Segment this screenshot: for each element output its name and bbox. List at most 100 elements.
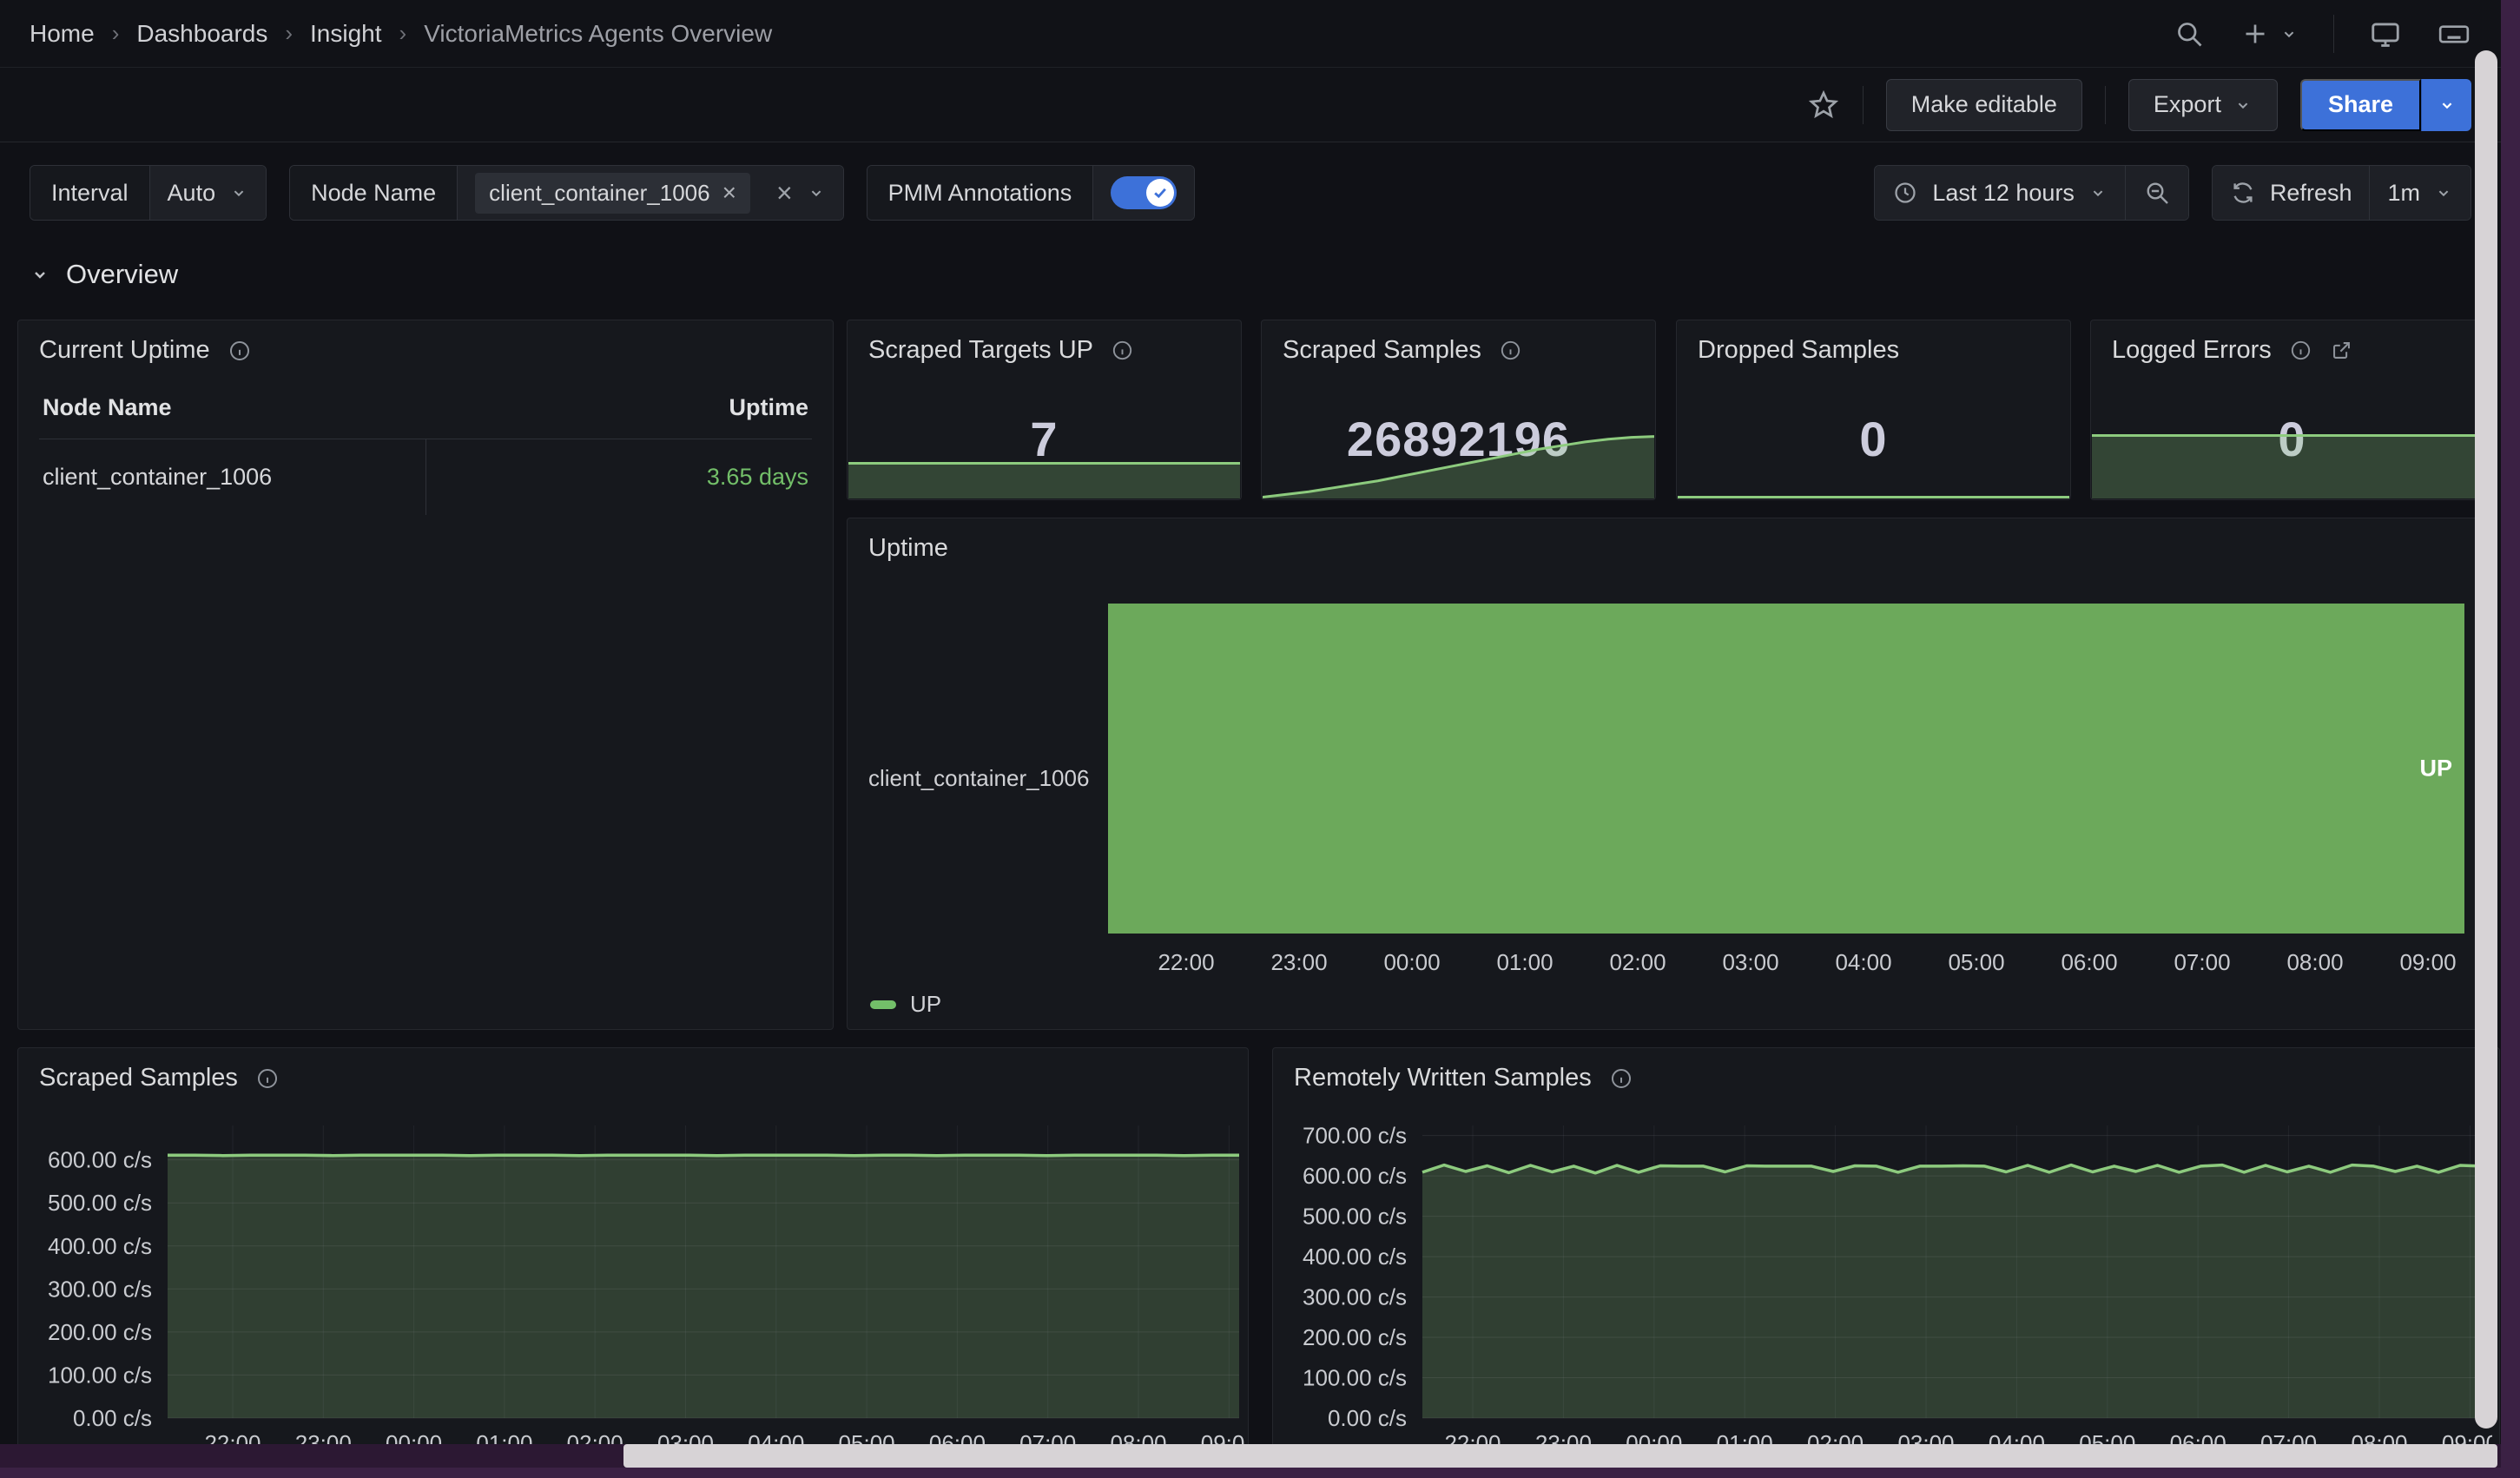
legend-item-up[interactable]: UP <box>870 991 941 1018</box>
row-overview-title: Overview <box>66 259 178 290</box>
svg-text:0.00 c/s: 0.00 c/s <box>73 1405 152 1431</box>
stat-sparkline <box>848 462 1240 498</box>
svg-text:100.00 c/s: 100.00 c/s <box>48 1362 152 1388</box>
share-options-button[interactable] <box>2421 79 2471 131</box>
x-tick-label: 01:00 <box>1496 949 1553 976</box>
panel-title: Scraped Samples <box>39 1064 238 1092</box>
panel-header: Uptime <box>848 518 2493 563</box>
chevron-down-icon <box>2279 24 2299 43</box>
info-icon[interactable] <box>1499 339 1522 362</box>
info-icon[interactable] <box>2289 339 2312 362</box>
svg-text:400.00 c/s: 400.00 c/s <box>48 1233 152 1259</box>
breadcrumb-current-dashboard: VictoriaMetrics Agents Overview <box>424 20 772 48</box>
svg-text:500.00 c/s: 500.00 c/s <box>1303 1204 1407 1230</box>
clear-selection-icon[interactable]: × <box>776 179 793 207</box>
svg-text:300.00 c/s: 300.00 c/s <box>48 1276 152 1302</box>
panel-title: Scraped Targets UP <box>868 336 1093 365</box>
nav-divider <box>2333 15 2334 53</box>
breadcrumb-insight[interactable]: Insight <box>310 20 382 48</box>
panel-title: Current Uptime <box>39 336 210 365</box>
panel-title: Uptime <box>868 534 948 563</box>
add-menu[interactable] <box>2240 18 2299 49</box>
refresh-button-label: Refresh <box>2270 180 2352 207</box>
panel-dropped-samples: Dropped Samples 0 <box>1676 320 2071 500</box>
chevron-right-icon: › <box>399 20 407 47</box>
export-button[interactable]: Export <box>2128 79 2278 131</box>
node-name-label: Node Name <box>290 166 458 220</box>
x-tick-label: 05:00 <box>1948 949 2004 976</box>
column-node-name[interactable]: Node Name <box>43 394 172 421</box>
timeline-series-label: client_container_1006 <box>868 765 1089 792</box>
panel-title: Dropped Samples <box>1698 336 1899 365</box>
svg-text:300.00 c/s: 300.00 c/s <box>1303 1284 1407 1310</box>
pmm-annotations-label: PMM Annotations <box>867 166 1094 220</box>
refresh-interval-select[interactable]: 1m <box>2370 166 2471 220</box>
collapse-chevron-icon <box>30 264 50 285</box>
interval-variable: Interval Auto <box>30 165 267 221</box>
chevron-down-icon <box>807 183 826 202</box>
panel-header: Logged Errors <box>2091 320 2493 365</box>
breadcrumb-home[interactable]: Home <box>30 20 95 48</box>
x-tick-label: 03:00 <box>1722 949 1778 976</box>
node-name-tag-value: client_container_1006 <box>489 180 709 207</box>
pmm-annotations-toggle[interactable] <box>1111 176 1177 209</box>
panel-uptime-timeline: Uptime client_container_1006 UP 22:00 23:… <box>847 518 2494 1030</box>
info-icon[interactable] <box>1111 339 1134 362</box>
x-tick-label: 23:00 <box>1270 949 1327 976</box>
panel-title: Scraped Samples <box>1283 336 1481 365</box>
panel-scraped-samples-chart: Scraped Samples 0.00 c/s100.00 c/s200.00… <box>17 1047 1249 1468</box>
panel-header: Remotely Written Samples <box>1273 1048 2499 1092</box>
share-button[interactable]: Share <box>2300 79 2421 131</box>
remove-tag-icon[interactable]: × <box>722 181 736 205</box>
panel-header: Scraped Samples <box>18 1048 1248 1092</box>
clock-icon <box>1892 180 1918 206</box>
row-overview[interactable]: Overview <box>30 259 2471 290</box>
interval-label: Interval <box>30 166 150 220</box>
time-range-button[interactable]: Last 12 hours <box>1875 166 2126 220</box>
info-icon[interactable] <box>228 339 252 363</box>
uptime-state-label: UP <box>2419 755 2452 782</box>
x-tick-label: 07:00 <box>2174 949 2230 976</box>
horizontal-scrollbar-thumb[interactable] <box>623 1444 2497 1468</box>
node-name-select[interactable]: client_container_1006 × × <box>458 166 842 220</box>
search-icon[interactable] <box>2174 18 2205 49</box>
chevron-down-icon <box>229 183 248 202</box>
info-icon[interactable] <box>255 1066 280 1091</box>
node-name-tag[interactable]: client_container_1006 × <box>475 173 750 214</box>
time-series-plot[interactable]: 0.00 c/s100.00 c/s200.00 c/s300.00 c/s40… <box>1273 1118 2492 1459</box>
make-editable-button[interactable]: Make editable <box>1886 79 2082 131</box>
svg-text:0.00 c/s: 0.00 c/s <box>1328 1405 1407 1431</box>
x-tick-label: 22:00 <box>1158 949 1214 976</box>
panel-title: Logged Errors <box>2112 336 2272 365</box>
stat-value: 7 <box>848 411 1241 467</box>
panel-title: Remotely Written Samples <box>1294 1064 1592 1092</box>
external-link-icon[interactable] <box>2330 339 2353 362</box>
x-tick-label: 06:00 <box>2061 949 2117 976</box>
column-uptime[interactable]: Uptime <box>729 394 808 421</box>
uptime-bar[interactable]: UP <box>1108 604 2464 934</box>
interval-select[interactable]: Auto <box>150 166 267 220</box>
svg-text:400.00 c/s: 400.00 c/s <box>1303 1244 1407 1270</box>
pmm-annotations-control: PMM Annotations <box>867 165 1196 221</box>
vertical-scrollbar-thumb[interactable] <box>2475 50 2497 1429</box>
toggle-knob <box>1146 179 1174 207</box>
dashboard-grid: Current Uptime Node Name Uptime client_c… <box>0 320 2501 1468</box>
breadcrumb-dashboards[interactable]: Dashboards <box>136 20 267 48</box>
uptime-table: Node Name Uptime client_container_1006 3… <box>39 394 812 515</box>
chevron-down-icon <box>2233 96 2253 115</box>
grafana-app: Home › Dashboards › Insight › VictoriaMe… <box>0 0 2501 1468</box>
time-range-picker: Last 12 hours <box>1874 165 2189 221</box>
svg-text:700.00 c/s: 700.00 c/s <box>1303 1123 1407 1149</box>
svg-text:100.00 c/s: 100.00 c/s <box>1303 1365 1407 1391</box>
time-range-value: Last 12 hours <box>1932 180 2075 207</box>
zoom-out-button[interactable] <box>2126 166 2188 220</box>
chevron-down-icon <box>2088 183 2108 202</box>
star-icon[interactable] <box>1807 89 1840 122</box>
x-tick-label: 02:00 <box>1609 949 1666 976</box>
keyboard-icon[interactable] <box>2437 16 2471 51</box>
monitor-icon[interactable] <box>2369 17 2402 50</box>
panel-header: Current Uptime <box>18 320 833 365</box>
time-series-plot[interactable]: 0.00 c/s100.00 c/s200.00 c/s300.00 c/s40… <box>18 1118 1244 1459</box>
info-icon[interactable] <box>1609 1066 1633 1091</box>
refresh-button[interactable]: Refresh <box>2213 166 2371 220</box>
